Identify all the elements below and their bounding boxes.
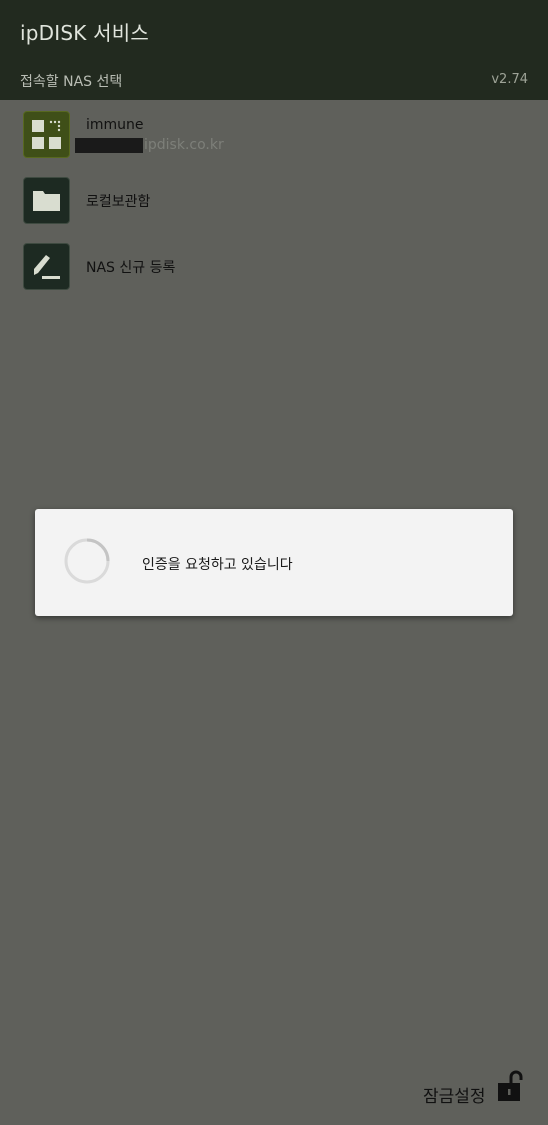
version-label: v2.74 <box>491 72 528 87</box>
unlock-icon[interactable] <box>497 1070 525 1102</box>
grid-apps-icon <box>23 111 70 158</box>
nas-item-label: NAS 신규 등록 <box>86 260 176 276</box>
nas-item-local-storage[interactable]: 로컬보관함 <box>0 169 548 231</box>
page-subtitle: 접속할 NAS 선택 <box>20 74 123 90</box>
lock-settings-label[interactable]: 잠금설정 <box>423 1082 486 1107</box>
nas-item-name: immune <box>86 117 144 133</box>
folder-icon <box>23 177 70 224</box>
nas-item-register[interactable]: NAS 신규 등록 <box>0 235 548 297</box>
dialog-message: 인증을 요청하고 있습니다 <box>142 557 293 573</box>
nas-item-domain: ipdisk.co.kr <box>144 137 224 153</box>
app-bar: ipDISK 서비스 접속할 NAS 선택 v2.74 <box>0 0 548 100</box>
loading-spinner-icon <box>64 538 110 584</box>
pencil-icon <box>23 243 70 290</box>
nas-item-address: ipdisk.co.kr <box>75 137 224 153</box>
nas-item-label: 로컬보관함 <box>86 194 151 210</box>
nas-item-immune[interactable]: immune ipdisk.co.kr <box>0 103 548 165</box>
redacted-block <box>75 137 143 153</box>
app-title: ipDISK 서비스 <box>20 21 149 45</box>
